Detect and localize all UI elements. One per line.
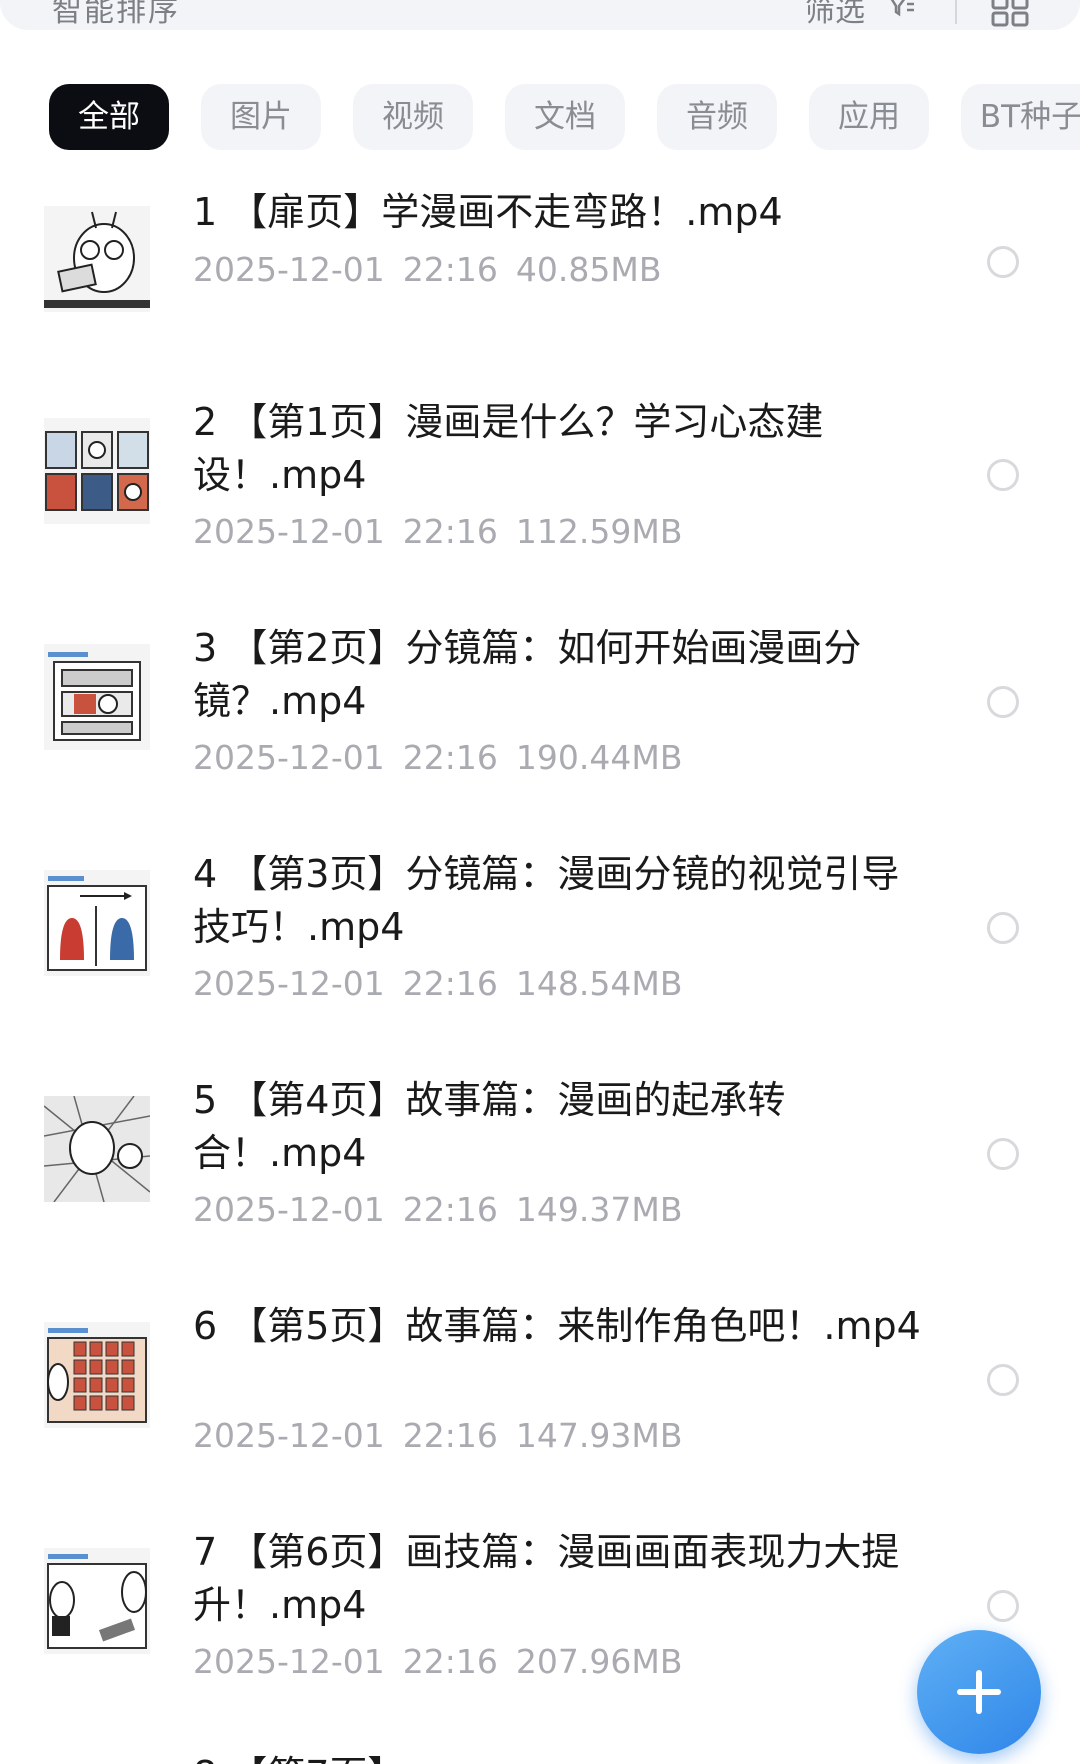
select-radio[interactable] bbox=[987, 1138, 1019, 1170]
file-title: 8 【第7页】 bbox=[193, 1744, 405, 1764]
file-size: 148.54MB bbox=[515, 964, 683, 1003]
sort-button[interactable]: 智能排序 bbox=[52, 0, 180, 30]
select-radio[interactable] bbox=[987, 912, 1019, 944]
file-meta: 2025-12-01 22:16 40.85MB bbox=[193, 250, 679, 289]
tab-audio[interactable]: 音频 bbox=[657, 84, 777, 150]
file-size: 40.85MB bbox=[515, 250, 662, 289]
file-title: 2 【第1页】漫画是什么？学习心态建设！.mp4 bbox=[193, 400, 824, 497]
file-date: 2025-12-01 bbox=[193, 1642, 385, 1681]
file-time: 22:16 bbox=[402, 250, 498, 289]
file-date: 2025-12-01 bbox=[193, 1190, 385, 1229]
tab-videos[interactable]: 视频 bbox=[353, 84, 473, 150]
tab-apps[interactable]: 应用 bbox=[809, 84, 929, 150]
file-time: 22:16 bbox=[402, 1190, 498, 1229]
file-meta: 2025-12-01 22:16 148.54MB bbox=[193, 964, 700, 1003]
file-time: 22:16 bbox=[402, 1416, 498, 1455]
file-date: 2025-12-01 bbox=[193, 1416, 385, 1455]
video-thumbnail bbox=[44, 1096, 150, 1202]
file-meta: 2025-12-01 22:16 207.96MB bbox=[193, 1642, 700, 1681]
toolbar-divider bbox=[955, 0, 957, 24]
file-meta: 2025-12-01 22:16 112.59MB bbox=[193, 512, 700, 551]
file-title: 3 【第2页】分镜篇：如何开始画漫画分镜？.mp4 bbox=[193, 626, 862, 723]
top-toolbar: 智能排序 筛选 bbox=[0, 0, 1080, 30]
select-radio[interactable] bbox=[987, 1364, 1019, 1396]
file-title: 7 【第6页】画技篇：漫画画面表现力大提升！.mp4 bbox=[193, 1530, 900, 1627]
file-time: 22:16 bbox=[402, 738, 498, 777]
filter-button[interactable]: 筛选 bbox=[805, 0, 865, 30]
file-date: 2025-12-01 bbox=[193, 250, 385, 289]
file-meta: 2025-12-01 22:16 190.44MB bbox=[193, 738, 700, 777]
file-title: 6 【第5页】故事篇：来制作角色吧！.mp4 bbox=[193, 1304, 921, 1348]
file-size: 190.44MB bbox=[515, 738, 683, 777]
file-size: 147.93MB bbox=[515, 1416, 683, 1455]
video-thumbnail bbox=[44, 644, 150, 750]
file-date: 2025-12-01 bbox=[193, 512, 385, 551]
file-time: 22:16 bbox=[402, 1642, 498, 1681]
file-time: 22:16 bbox=[402, 964, 498, 1003]
video-thumbnail bbox=[44, 1548, 150, 1654]
file-date: 2025-12-01 bbox=[193, 738, 385, 777]
tab-documents[interactable]: 文档 bbox=[505, 84, 625, 150]
tab-images[interactable]: 图片 bbox=[201, 84, 321, 150]
file-title: 4 【第3页】分镜篇：漫画分镜的视觉引导技巧！.mp4 bbox=[193, 852, 900, 949]
tab-all[interactable]: 全部 bbox=[49, 84, 169, 150]
file-meta: 2025-12-01 22:16 147.93MB bbox=[193, 1416, 700, 1455]
tab-bt-torrents[interactable]: BT种子 bbox=[961, 84, 1080, 150]
video-thumbnail bbox=[44, 870, 150, 976]
video-thumbnail bbox=[44, 206, 150, 312]
select-radio[interactable] bbox=[987, 686, 1019, 718]
file-meta: 2025-12-01 22:16 149.37MB bbox=[193, 1190, 700, 1229]
file-date: 2025-12-01 bbox=[193, 964, 385, 1003]
file-size: 112.59MB bbox=[515, 512, 683, 551]
add-button[interactable] bbox=[917, 1630, 1041, 1754]
filter-icon[interactable] bbox=[888, 0, 916, 20]
video-thumbnail bbox=[44, 1322, 150, 1428]
category-tabs: 全部 图片 视频 文档 音频 应用 BT种子 bbox=[49, 84, 1080, 150]
file-size: 149.37MB bbox=[515, 1190, 683, 1229]
file-size: 207.96MB bbox=[515, 1642, 683, 1681]
file-time: 22:16 bbox=[402, 512, 498, 551]
select-radio[interactable] bbox=[987, 246, 1019, 278]
grid-view-icon[interactable] bbox=[990, 0, 1030, 28]
video-thumbnail bbox=[44, 418, 150, 524]
select-radio[interactable] bbox=[987, 459, 1019, 491]
file-title: 1 【扉页】学漫画不走弯路！.mp4 bbox=[193, 190, 783, 234]
select-radio[interactable] bbox=[987, 1590, 1019, 1622]
file-title: 5 【第4页】故事篇：漫画的起承转合！.mp4 bbox=[193, 1078, 786, 1175]
